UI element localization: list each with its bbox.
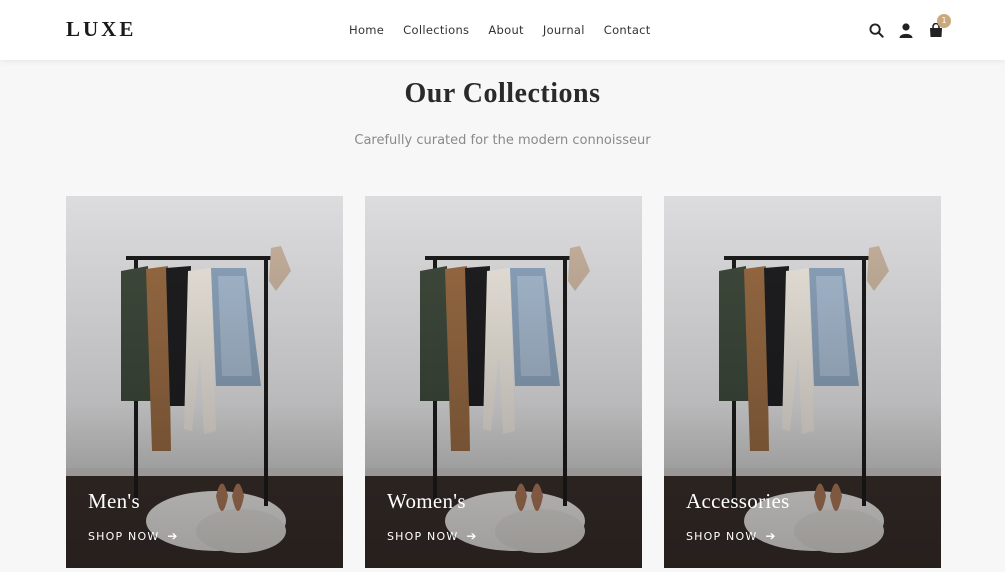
collection-card-accessories[interactable]: Accessories SHOP NOW ➔ [664,196,941,568]
nav-about[interactable]: About [488,23,524,37]
nav-contact[interactable]: Contact [604,23,651,37]
brand-logo[interactable]: LUXE [66,17,136,42]
shop-now-label: SHOP NOW [88,529,160,543]
shop-now-label: SHOP NOW [387,529,459,543]
cart-count-badge: 1 [937,14,951,28]
nav-home[interactable]: Home [349,23,384,37]
main-nav: Home Collections About Journal Contact [349,23,670,37]
user-icon[interactable] [896,20,916,40]
section-subtitle: Carefully curated for the modern connois… [354,133,651,148]
shop-now-link[interactable]: SHOP NOW ➔ [88,529,179,543]
shopping-bag-icon[interactable]: 1 [926,14,951,40]
arrow-right-icon: ➔ [765,529,777,543]
nav-collections[interactable]: Collections [403,23,469,37]
arrow-right-icon: ➔ [466,529,478,543]
site-header: LUXE Home Collections About Journal Cont… [0,0,1005,60]
collection-title: Accessories [686,489,790,513]
nav-journal[interactable]: Journal [543,23,585,37]
shop-now-link[interactable]: SHOP NOW ➔ [686,529,777,543]
collection-card-womens[interactable]: Women's SHOP NOW ➔ [365,196,642,568]
collection-title: Women's [387,489,466,513]
search-icon[interactable] [866,20,886,40]
shop-now-label: SHOP NOW [686,529,758,543]
section-title: Our Collections [404,78,601,109]
shop-now-link[interactable]: SHOP NOW ➔ [387,529,478,543]
collection-card-mens[interactable]: Men's SHOP NOW ➔ [66,196,343,568]
collection-title: Men's [88,489,140,513]
header-actions: 1 [866,14,956,40]
arrow-right-icon: ➔ [167,529,179,543]
